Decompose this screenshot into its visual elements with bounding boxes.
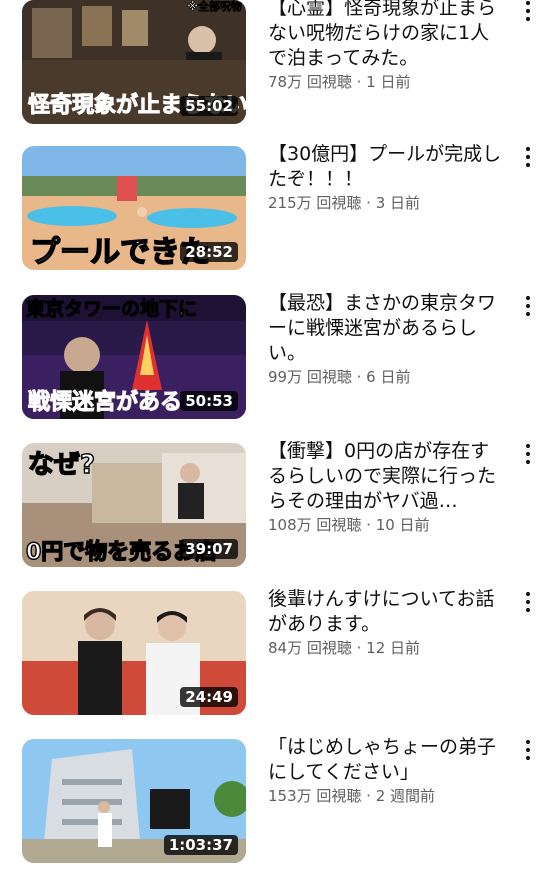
video-meta: 153万 回視聴 · 2 週間前 bbox=[268, 787, 436, 805]
video-info[interactable]: 【心霊】怪奇現象が止まらない呪物だらけの家に1人で泊まってみた。 78万 回視聴… bbox=[268, 0, 508, 93]
video-title[interactable]: 「はじめしゃちょーの弟子にしてください」 bbox=[268, 735, 508, 785]
thumbnail-top-text: なぜ? bbox=[28, 450, 95, 480]
video-thumbnail[interactable]: なぜ? 0円で物を売るお店 39:07 bbox=[22, 443, 246, 567]
more-options-icon[interactable] bbox=[519, 589, 537, 615]
thumbnail-caption: 戦慄迷宮がある bbox=[28, 389, 182, 415]
duration-badge: 24:49 bbox=[180, 687, 238, 707]
video-thumbnail[interactable]: ※全部呪物 怪奇現象が止まらない 55:02 bbox=[22, 0, 246, 124]
video-item[interactable]: プールできた 28:52 【30億円】プールが完成したぞ！！！ 215万 回視聴… bbox=[0, 143, 550, 276]
more-options-icon[interactable] bbox=[519, 293, 537, 319]
video-info[interactable]: 【最恐】まさかの東京タワーに戦慄迷宮があるらしい。 99万 回視聴 · 6 日前 bbox=[268, 291, 508, 388]
more-options-icon[interactable] bbox=[519, 144, 537, 170]
video-thumbnail[interactable]: 24:49 bbox=[22, 591, 246, 715]
more-options-icon[interactable] bbox=[519, 737, 537, 763]
thumbnail-top-text: ※全部呪物 bbox=[187, 0, 242, 13]
thumbnail-top-text: 東京タワーの地下に bbox=[26, 297, 197, 320]
video-meta: 99万 回視聴 · 6 日前 bbox=[268, 368, 411, 386]
video-thumbnail[interactable]: 1:03:37 bbox=[22, 739, 246, 863]
more-options-icon[interactable] bbox=[519, 441, 537, 467]
video-title[interactable]: 後輩けんすけについてお話があります。 bbox=[268, 587, 508, 637]
video-item[interactable]: 東京タワーの地下に 戦慄迷宮がある 50:53 【最恐】まさかの東京タワーに戦慄… bbox=[0, 292, 550, 425]
duration-badge: 1:03:37 bbox=[163, 835, 238, 855]
video-title[interactable]: 【最恐】まさかの東京タワーに戦慄迷宮があるらしい。 bbox=[268, 291, 508, 366]
video-info[interactable]: 【30億円】プールが完成したぞ！！！ 215万 回視聴 · 3 日前 bbox=[268, 142, 508, 214]
video-thumbnail[interactable]: プールできた 28:52 bbox=[22, 146, 246, 270]
video-info[interactable]: 後輩けんすけについてお話があります。 84万 回視聴 · 12 日前 bbox=[268, 587, 508, 659]
video-thumbnail[interactable]: 東京タワーの地下に 戦慄迷宮がある 50:53 bbox=[22, 295, 246, 419]
video-item[interactable]: 1:03:37 「はじめしゃちょーの弟子にしてください」 153万 回視聴 · … bbox=[0, 736, 550, 869]
video-title[interactable]: 【心霊】怪奇現象が止まらない呪物だらけの家に1人で泊まってみた。 bbox=[268, 0, 508, 71]
video-meta: 108万 回視聴 · 10 日前 bbox=[268, 516, 430, 534]
duration-badge: 55:02 bbox=[180, 96, 238, 116]
video-item[interactable]: ※全部呪物 怪奇現象が止まらない 55:02 【心霊】怪奇現象が止まらない呪物だ… bbox=[0, 0, 550, 130]
duration-badge: 28:52 bbox=[180, 242, 238, 262]
video-item[interactable]: 24:49 後輩けんすけについてお話があります。 84万 回視聴 · 12 日前 bbox=[0, 588, 550, 721]
video-meta: 78万 回視聴 · 1 日前 bbox=[268, 73, 411, 91]
duration-badge: 39:07 bbox=[180, 539, 238, 559]
video-info[interactable]: 「はじめしゃちょーの弟子にしてください」 153万 回視聴 · 2 週間前 bbox=[268, 735, 508, 807]
video-title[interactable]: 【30億円】プールが完成したぞ！！！ bbox=[268, 142, 508, 192]
video-info[interactable]: 【衝撃】0円の店が存在するらしいので実際に行ったらその理由がヤバ過… 108万 … bbox=[268, 439, 508, 536]
video-title[interactable]: 【衝撃】0円の店が存在するらしいので実際に行ったらその理由がヤバ過… bbox=[268, 439, 508, 514]
video-item[interactable]: なぜ? 0円で物を売るお店 39:07 【衝撃】0円の店が存在するらしいので実際… bbox=[0, 440, 550, 573]
video-meta: 215万 回視聴 · 3 日前 bbox=[268, 194, 421, 212]
duration-badge: 50:53 bbox=[180, 391, 238, 411]
video-meta: 84万 回視聴 · 12 日前 bbox=[268, 639, 421, 657]
more-options-icon[interactable] bbox=[519, 0, 537, 24]
